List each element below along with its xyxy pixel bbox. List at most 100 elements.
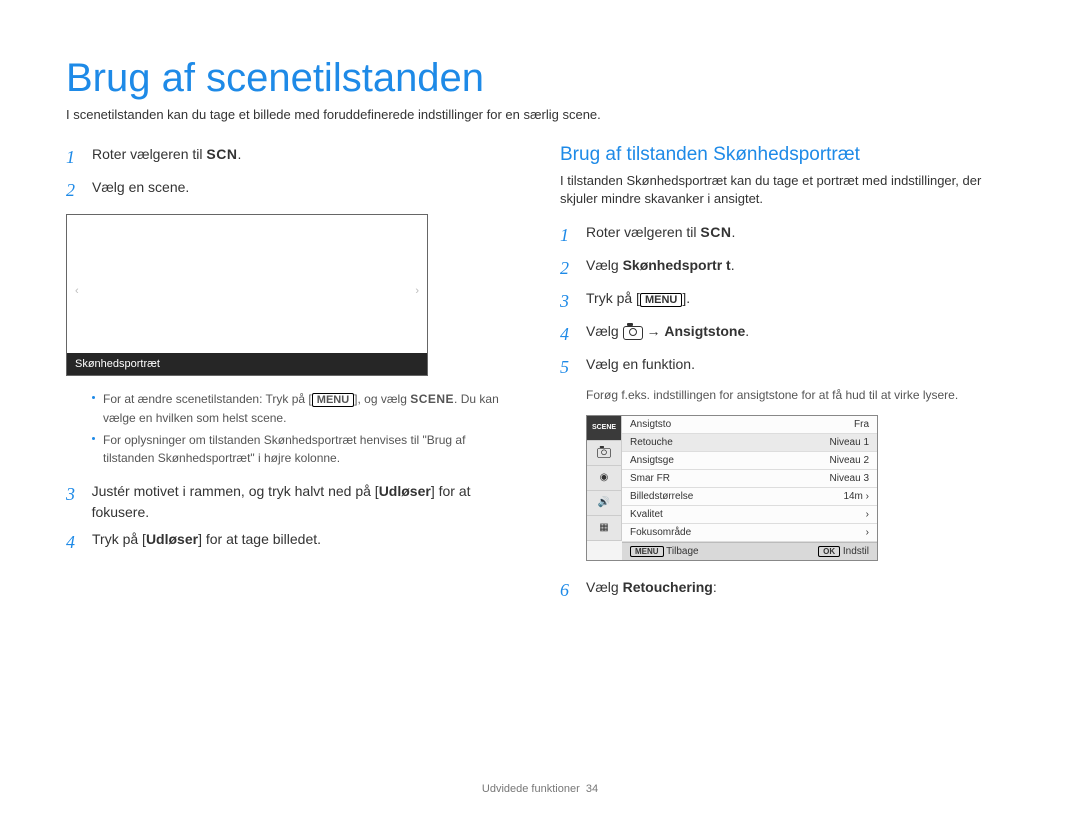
step-number: 4	[560, 321, 576, 348]
menu-row-value: Niveau 1	[830, 437, 869, 448]
menu-row: Ansigtsge Niveau 2	[622, 452, 877, 470]
text: .	[731, 224, 735, 240]
step-number: 2	[560, 255, 576, 282]
step-text: Tryk på [Udløser] for at tage billedet.	[92, 529, 321, 556]
menu-row-value: Niveau 2	[830, 455, 869, 466]
step-number: 3	[560, 288, 576, 315]
scn-icon: SCN	[700, 224, 731, 240]
right-column: Brug af tilstanden Skønhedsportræt I til…	[560, 144, 1014, 610]
camera-menu-sidebar: SCENE ◉ 🔊 ▦	[587, 416, 622, 560]
step-text: Tryk på [MENU].	[586, 288, 690, 315]
menu-row: Ansigtsto Fra	[622, 416, 877, 434]
preview-label: Skønhedsportræt	[67, 353, 427, 375]
bold-label: Retouchering	[623, 579, 713, 595]
footer-right: OK Indstil	[818, 546, 869, 557]
menu-row-label: Smar FR	[630, 473, 670, 484]
left-step-4: 4 Tryk på [Udløser] for at tage billedet…	[66, 529, 520, 556]
bullet-dot	[92, 437, 95, 440]
right-step-3: 3 Tryk på [MENU].	[560, 288, 1014, 315]
bold-label: Skønhedsportr t	[623, 257, 731, 273]
menu-row-label: Ansigtsto	[630, 419, 671, 430]
note-bullets: For at ændre scenetilstanden: Tryk på [M…	[92, 390, 520, 467]
page-title: Brug af scenetilstanden	[66, 56, 1014, 101]
sidebar-video-icon: ◉	[587, 466, 622, 491]
menu-icon: MENU	[312, 393, 354, 407]
menu-row-value: ›	[866, 509, 869, 520]
menu-row: Smar FR Niveau 3	[622, 470, 877, 488]
right-step-6: 6 Vælg Retouchering:	[560, 577, 1014, 604]
step-text: Justér motivet i rammen, og tryk halvt n…	[92, 481, 520, 523]
bullet-text: For at ændre scenetilstanden: Tryk på [M…	[103, 390, 520, 427]
menu-row-label: Fokusområde	[630, 527, 691, 538]
text: For at ændre scenetilstanden: Tryk på [	[103, 392, 312, 406]
chevron-left-icon: ‹	[75, 285, 79, 297]
menu-row: Retouche Niveau 1	[622, 434, 877, 452]
scene-preview: ‹ › Skønhedsportræt	[66, 214, 428, 376]
sidebar-camera-icon	[587, 441, 622, 466]
camera-menu-footer: MENU Tilbage OK Indstil	[622, 542, 877, 560]
right-step-4: 4 Vælg → Ansigtstone.	[560, 321, 1014, 348]
step-text: Vælg Retouchering:	[586, 577, 717, 604]
menu-row: Fokusområde ›	[622, 524, 877, 542]
text: Justér motivet i rammen, og tryk halvt n…	[92, 483, 379, 499]
step-number: 4	[66, 529, 82, 556]
page-footer: Udvidede funktioner 34	[0, 783, 1080, 795]
menu-row-label: Ansigtsge	[630, 455, 674, 466]
text: :	[713, 579, 717, 595]
step-text: Roter vælgeren til SCN.	[586, 222, 735, 249]
footer-left-label: Tilbage	[666, 546, 698, 557]
shutter-label: Udløser	[146, 531, 198, 547]
step-text: Roter vælgeren til SCN.	[92, 144, 241, 171]
text: .	[237, 146, 241, 162]
sidebar-scene-icon: SCENE	[587, 416, 622, 441]
sub-description: I tilstanden Skønhedsportræt kan du tage…	[560, 172, 1014, 208]
menu-row-value: Fra	[854, 419, 869, 430]
step-number: 1	[560, 222, 576, 249]
step-number: 1	[66, 144, 82, 171]
text: Roter vælgeren til	[586, 224, 700, 240]
text: ], og vælg	[354, 392, 410, 406]
text: Vælg	[586, 257, 623, 273]
scene-icon: SCENE	[410, 392, 454, 406]
menu-icon: MENU	[630, 546, 664, 557]
preview-arrows: ‹ ›	[67, 285, 427, 297]
footer-right-label: Indstil	[843, 546, 869, 557]
text: ].	[682, 290, 690, 306]
menu-icon: MENU	[640, 293, 682, 307]
text: Vælg	[586, 323, 623, 339]
footer-left: MENU Tilbage	[630, 546, 699, 557]
menu-row-value: Niveau 3	[830, 473, 869, 484]
step-number: 3	[66, 481, 82, 523]
menu-row-value: ›	[866, 527, 869, 538]
camera-menu-main: Ansigtsto Fra Retouche Niveau 1 Ansigtsge N…	[622, 416, 877, 560]
step-text: Vælg en funktion.	[586, 354, 695, 381]
text: Roter vælgeren til	[92, 146, 206, 162]
chevron-right-icon: ›	[415, 285, 419, 297]
menu-row-label: Billedstørrelse	[630, 491, 693, 502]
scn-icon: SCN	[206, 146, 237, 162]
bullet-text: For oplysninger om tilstanden Skønhedspo…	[103, 431, 520, 467]
step-text: Vælg en scene.	[92, 177, 189, 204]
bold-label: Ansigtstone	[664, 323, 745, 339]
camera-icon	[623, 326, 643, 340]
left-step-3: 3 Justér motivet i rammen, og tryk halvt…	[66, 481, 520, 523]
left-step-1: 1 Roter vælgeren til SCN.	[66, 144, 520, 171]
menu-row: Kvalitet ›	[622, 506, 877, 524]
menu-row-label: Retouche	[630, 437, 673, 448]
right-step-2: 2 Vælg Skønhedsportr t.	[560, 255, 1014, 282]
text: .	[745, 323, 749, 339]
step-number: 5	[560, 354, 576, 381]
arrow-right-icon: →	[643, 323, 665, 339]
footer-section: Udvidede funktioner	[482, 783, 580, 795]
camera-menu-body: SCENE ◉ 🔊 ▦ Ansigtsto Fra Retouche Niveau …	[587, 416, 877, 560]
menu-row-label: Kvalitet	[630, 509, 663, 520]
page: Brug af scenetilstanden I scenetilstande…	[0, 0, 1080, 815]
sub-heading: Brug af tilstanden Skønhedsportræt	[560, 144, 1014, 166]
shutter-label: Udløser	[379, 483, 431, 499]
right-step-1: 1 Roter vælgeren til SCN.	[560, 222, 1014, 249]
sidebar-sound-icon: 🔊	[587, 491, 622, 516]
step-5-note: Forøg f.eks. indstillingen for ansigtsto…	[586, 387, 1014, 404]
text: Tryk på [	[92, 531, 146, 547]
footer-page-number: 34	[586, 783, 598, 795]
ok-icon: OK	[818, 546, 840, 557]
